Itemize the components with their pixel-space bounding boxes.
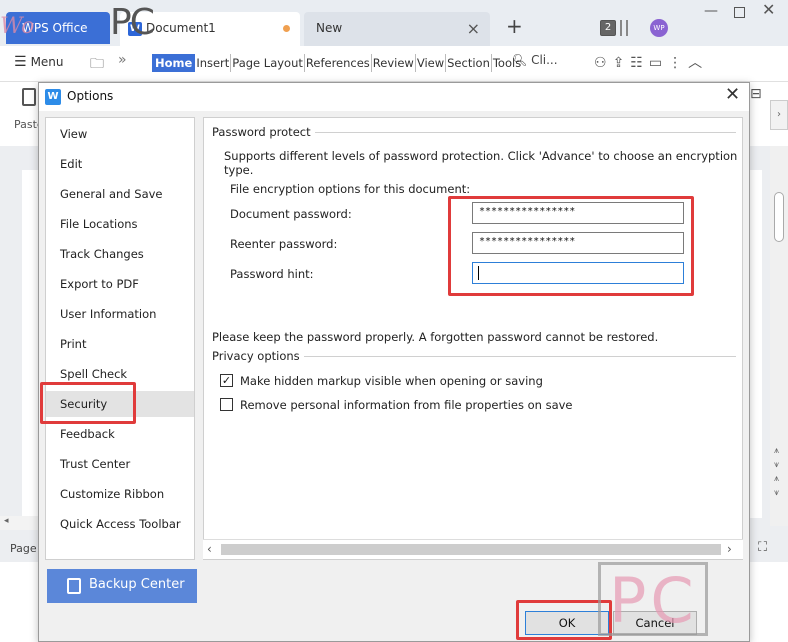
paste-icon[interactable]: [22, 88, 36, 106]
minimize-icon[interactable]: —: [704, 3, 718, 19]
scroll-nav-icons[interactable]: ⩚ ⩛ ⩚ ⩛: [774, 444, 779, 500]
backup-icon: [67, 578, 81, 594]
dialog-close-icon[interactable]: ✕: [725, 84, 740, 105]
password-protect-group-label: Password protect: [212, 125, 315, 139]
ribbon-tab-review[interactable]: Review: [372, 54, 416, 72]
title-tab-bar: WPS Office W Document1 New × + Wo PC 2 W…: [0, 0, 788, 46]
panel-horizontal-scrollbar[interactable]: ‹ ›: [203, 539, 743, 559]
markup-visible-checkbox[interactable]: ✓: [220, 374, 233, 387]
unsaved-dot-icon: [283, 25, 290, 32]
ribbon-tabs: Home Insert Page Layout References Revie…: [152, 54, 522, 72]
nav-item-general-and-save[interactable]: General and Save: [46, 181, 194, 207]
status-page-label: Page: [10, 542, 37, 555]
password-hint-input[interactable]: [472, 262, 684, 284]
scroll-right-icon[interactable]: ›: [727, 542, 732, 556]
backup-center-label: Backup Center: [89, 577, 185, 592]
nav-item-file-locations[interactable]: File Locations: [46, 211, 194, 237]
scroll-left-icon[interactable]: ‹: [207, 542, 212, 556]
hamburger-icon: ☰: [14, 54, 27, 70]
nav-item-spell-check[interactable]: Spell Check: [46, 361, 194, 387]
double-chevron-icon[interactable]: »: [118, 52, 127, 68]
watermark-pc-top: PC: [110, 2, 155, 43]
close-tab-icon[interactable]: ×: [467, 19, 480, 38]
password-protect-description: Supports different levels of password pr…: [224, 149, 738, 177]
cancel-button[interactable]: Cancel: [613, 611, 697, 635]
nav-item-customize-ribbon[interactable]: Customize Ribbon: [46, 481, 194, 507]
document-password-input[interactable]: ****************: [472, 202, 684, 224]
reenter-password-input[interactable]: ****************: [472, 232, 684, 254]
focus-mode-icon[interactable]: ⛶: [758, 540, 767, 555]
options-nav: View Edit General and Save File Location…: [45, 117, 195, 560]
collaborate-icon[interactable]: ⚇: [594, 55, 613, 71]
comment-icon[interactable]: ▭: [649, 55, 668, 71]
wps-app-icon: W: [45, 89, 61, 105]
vertical-scroll-thumb[interactable]: [774, 192, 784, 242]
folder-icon[interactable]: 🗀: [90, 53, 104, 77]
nav-item-edit[interactable]: Edit: [46, 151, 194, 177]
ok-button[interactable]: OK: [525, 611, 609, 635]
ribbon-tab-section[interactable]: Section: [446, 54, 492, 72]
search-icon: 🔍︎: [512, 53, 528, 67]
new-tab-plus-icon[interactable]: +: [506, 14, 523, 38]
nav-item-trust-center[interactable]: Trust Center: [46, 451, 194, 477]
document-password-label: Document password:: [230, 207, 352, 221]
text-caret: [478, 266, 479, 280]
tab-document1-label: Document1: [146, 21, 216, 35]
nav-item-feedback[interactable]: Feedback: [46, 421, 194, 447]
ribbon-tab-insert[interactable]: Insert: [195, 54, 232, 72]
window-close-icon[interactable]: ✕: [762, 0, 775, 19]
avatar[interactable]: WP: [650, 19, 668, 37]
ribbon-tab-view[interactable]: View: [416, 54, 447, 72]
nav-item-print[interactable]: Print: [46, 331, 194, 357]
arrange-icon[interactable]: ☷: [630, 55, 649, 71]
horizontal-scrollbar[interactable]: ◂: [0, 516, 40, 530]
menu-button[interactable]: ☰ Menu: [14, 54, 64, 70]
ribbon-right-icons: ⚇⇪☷▭⋮︿: [594, 52, 708, 72]
share-icon[interactable]: ⇪: [613, 55, 631, 71]
backup-center-button[interactable]: Backup Center: [47, 569, 197, 603]
watermark-left: Wo: [0, 14, 35, 39]
more-icon[interactable]: ⋮: [668, 55, 688, 71]
ribbon-search-label: Cli...: [531, 53, 558, 67]
menu-label: Menu: [30, 55, 64, 69]
panel-toggle-icon[interactable]: ⊟: [750, 86, 762, 102]
privacy-options-group-label: Privacy options: [212, 349, 304, 363]
window-list-icon[interactable]: [620, 20, 628, 36]
remove-personal-info-checkbox[interactable]: [220, 398, 233, 411]
ribbon: ☰ Menu 🗀 » Home Insert Page Layout Refere…: [0, 46, 788, 82]
dialog-title: Options: [67, 89, 114, 103]
nav-item-view[interactable]: View: [46, 121, 194, 147]
ribbon-search[interactable]: 🔍︎ Cli...: [512, 53, 558, 67]
password-hint-label: Password hint:: [230, 267, 314, 281]
dialog-title-bar: W Options ✕: [39, 83, 749, 111]
reenter-password-label: Reenter password:: [230, 237, 338, 251]
ribbon-tab-home[interactable]: Home: [152, 54, 196, 72]
file-encryption-options-label: File encryption options for this documen…: [230, 182, 471, 196]
remove-personal-info-label[interactable]: Remove personal information from file pr…: [240, 398, 573, 412]
nav-item-export-to-pdf[interactable]: Export to PDF: [46, 271, 194, 297]
scroll-thumb[interactable]: [221, 544, 721, 555]
maximize-icon[interactable]: [734, 7, 745, 18]
tab-new-label: New: [316, 21, 343, 35]
password-warning: Please keep the password properly. A for…: [212, 330, 659, 344]
nav-item-track-changes[interactable]: Track Changes: [46, 241, 194, 267]
markup-visible-label[interactable]: Make hidden markup visible when opening …: [240, 374, 543, 388]
options-dialog: W Options ✕ View Edit General and Save F…: [38, 82, 750, 642]
ribbon-tab-references[interactable]: References: [305, 54, 372, 72]
side-panel-arrow-icon[interactable]: ›: [770, 100, 788, 130]
tab-new[interactable]: New ×: [304, 12, 490, 46]
collapse-ribbon-icon[interactable]: ︿: [688, 55, 708, 71]
security-panel: Password protect Supports different leve…: [203, 117, 743, 560]
nav-item-security[interactable]: Security: [46, 391, 194, 417]
ribbon-tab-page-layout[interactable]: Page Layout: [231, 54, 305, 72]
nav-item-user-information[interactable]: User Information: [46, 301, 194, 327]
tab-count-badge[interactable]: 2: [600, 20, 616, 36]
nav-item-quick-access-toolbar[interactable]: Quick Access Toolbar: [46, 511, 194, 537]
